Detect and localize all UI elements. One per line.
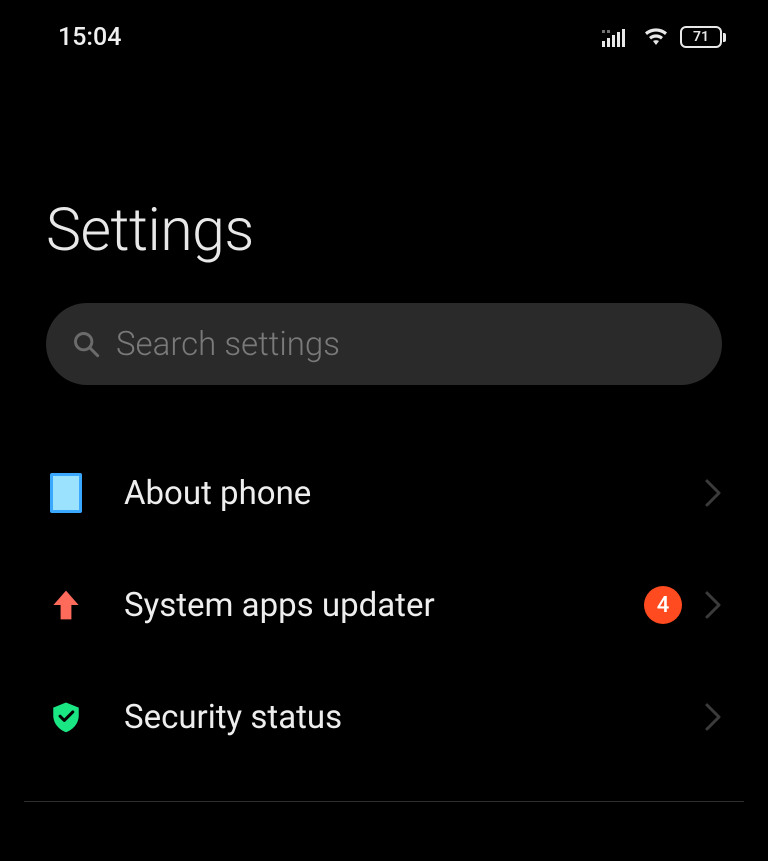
- settings-item-security-status[interactable]: Security status: [0, 661, 768, 773]
- battery-level: 71: [693, 29, 709, 45]
- chevron-right-icon: [704, 590, 722, 620]
- about-phone-icon: [46, 473, 86, 513]
- page-title: Settings: [46, 196, 768, 265]
- updater-icon: [46, 585, 86, 625]
- security-icon: [46, 697, 86, 737]
- status-icons: 71: [602, 26, 726, 48]
- chevron-right-icon: [704, 478, 722, 508]
- settings-item-system-apps-updater[interactable]: System apps updater 4: [0, 549, 768, 661]
- settings-list: About phone System apps updater 4 Securi…: [0, 437, 768, 773]
- search-icon: [72, 330, 100, 358]
- settings-item-label: About phone: [124, 474, 704, 513]
- settings-item-label: System apps updater: [124, 586, 644, 625]
- divider: [24, 801, 744, 802]
- status-bar: 15:04 71: [0, 0, 768, 56]
- update-count-badge: 4: [644, 586, 682, 624]
- settings-item-about-phone[interactable]: About phone: [0, 437, 768, 549]
- settings-item-label: Security status: [124, 698, 704, 737]
- wifi-icon: [643, 27, 669, 47]
- status-time: 15:04: [58, 23, 121, 52]
- battery-icon: 71: [680, 26, 726, 48]
- chevron-right-icon: [704, 702, 722, 732]
- search-placeholder: Search settings: [116, 325, 340, 364]
- search-input[interactable]: Search settings: [46, 303, 722, 385]
- signal-icon: [602, 27, 632, 47]
